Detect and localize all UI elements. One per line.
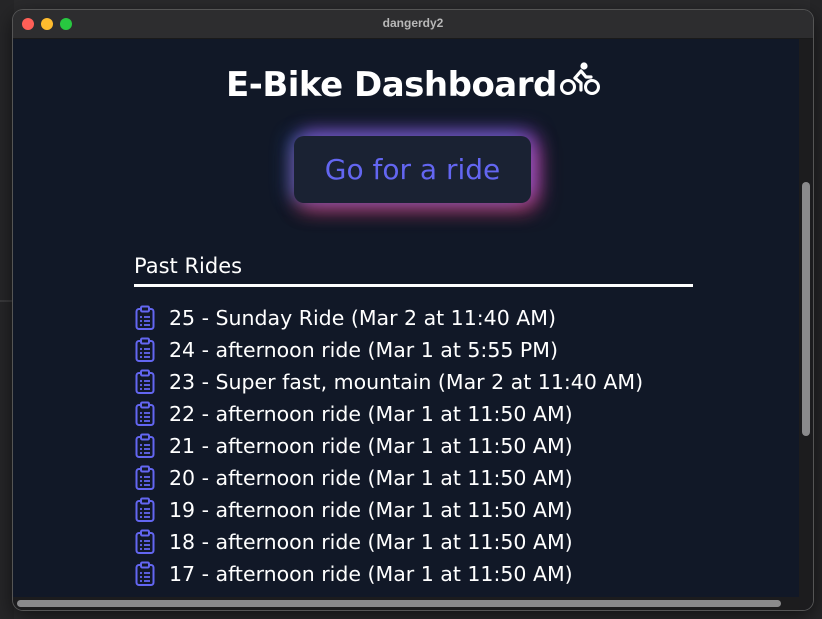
ride-list-item[interactable]: 17 - afternoon ride (Mar 1 at 11:50 AM): [134, 558, 643, 590]
ride-label: 19 - afternoon ride (Mar 1 at 11:50 AM): [169, 498, 573, 522]
clipboard-icon: [135, 305, 155, 330]
ride-list-item[interactable]: 19 - afternoon ride (Mar 1 at 11:50 AM): [134, 494, 643, 526]
ride-label: 22 - afternoon ride (Mar 1 at 11:50 AM): [169, 402, 573, 426]
ride-list-item[interactable]: 23 - Super fast, mountain (Mar 2 at 11:4…: [134, 366, 643, 398]
page-title: E-Bike Dashboard: [226, 65, 557, 105]
ride-list-item[interactable]: 18 - afternoon ride (Mar 1 at 11:50 AM): [134, 526, 643, 558]
app-window: dangerdy2 E-Bike Dashboard Go for a ride…: [13, 10, 813, 610]
ride-label: 21 - afternoon ride (Mar 1 at 11:50 AM): [169, 434, 573, 458]
ride-label: 24 - afternoon ride (Mar 1 at 5:55 PM): [169, 338, 558, 362]
ride-label: 17 - afternoon ride (Mar 1 at 11:50 AM): [169, 562, 573, 586]
vertical-scrollbar[interactable]: [799, 39, 813, 597]
ride-list-item[interactable]: 20 - afternoon ride (Mar 1 at 11:50 AM): [134, 462, 643, 494]
clipboard-icon: [135, 561, 155, 586]
ride-list-item[interactable]: 22 - afternoon ride (Mar 1 at 11:50 AM): [134, 398, 643, 430]
desktop-background-left: [0, 0, 14, 619]
past-rides-list: 25 - Sunday Ride (Mar 2 at 11:40 AM) 24 …: [134, 302, 643, 590]
ride-label: 25 - Sunday Ride (Mar 2 at 11:40 AM): [169, 306, 556, 330]
clipboard-icon: [135, 337, 155, 362]
main-content: E-Bike Dashboard Go for a ride Past Ride…: [13, 39, 799, 597]
window-titlebar[interactable]: dangerdy2: [13, 10, 813, 39]
horizontal-scrollbar[interactable]: [13, 597, 813, 610]
desktop-divider: [0, 300, 14, 302]
horizontal-scrollbar-thumb[interactable]: [17, 600, 781, 607]
ride-list-item[interactable]: 25 - Sunday Ride (Mar 2 at 11:40 AM): [134, 302, 643, 334]
clipboard-icon: [135, 401, 155, 426]
vertical-scrollbar-thumb[interactable]: [802, 182, 810, 436]
ride-list-item[interactable]: 21 - afternoon ride (Mar 1 at 11:50 AM): [134, 430, 643, 462]
past-rides-heading: Past Rides: [134, 254, 243, 278]
go-for-a-ride-button[interactable]: Go for a ride: [294, 136, 531, 203]
ride-label: 20 - afternoon ride (Mar 1 at 11:50 AM): [169, 466, 573, 490]
ride-label: 18 - afternoon ride (Mar 1 at 11:50 AM): [169, 530, 573, 554]
ride-list-item[interactable]: 24 - afternoon ride (Mar 1 at 5:55 PM): [134, 334, 643, 366]
clipboard-icon: [135, 369, 155, 394]
window-title: dangerdy2: [382, 16, 444, 30]
ride-label: 23 - Super fast, mountain (Mar 2 at 11:4…: [169, 370, 644, 394]
bicycle-icon: [560, 62, 600, 95]
clipboard-icon: [135, 529, 155, 554]
clipboard-icon: [135, 433, 155, 458]
clipboard-icon: [135, 497, 155, 522]
section-divider: [134, 284, 693, 287]
clipboard-icon: [135, 465, 155, 490]
